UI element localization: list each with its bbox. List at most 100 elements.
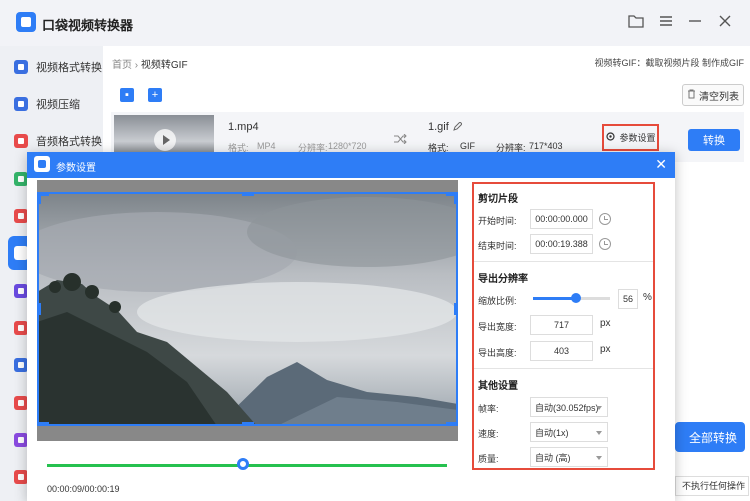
red-tool-icon	[14, 209, 28, 223]
red-tool-icon-3	[14, 396, 28, 410]
minimize-icon[interactable]	[686, 14, 704, 32]
dialog-app-icon	[34, 156, 50, 172]
breadcrumb-home[interactable]: 首页	[112, 60, 132, 71]
sidebar-item-video-compress[interactable]: 视频压缩	[8, 87, 103, 121]
page-hint: 视频转GIF：截取视频片段 制作成GIF	[594, 58, 745, 68]
source-res: 1280*720	[328, 141, 367, 151]
scale-input[interactable]: 56	[618, 289, 638, 309]
breadcrumb-current: 视频转GIF	[140, 60, 188, 71]
convert-all-button[interactable]: 全部转换	[675, 422, 745, 452]
gear-icon	[605, 131, 616, 144]
export-height-input[interactable]: 403	[530, 341, 593, 361]
close-icon[interactable]: ✕	[655, 156, 667, 172]
quality-select[interactable]: 自动 (高)	[530, 447, 608, 467]
purple-tool-icon	[14, 284, 28, 298]
app-title: 口袋视频转换器	[42, 18, 134, 33]
dialog-title: 参数设置	[56, 163, 96, 174]
scale-slider-fill	[533, 297, 577, 300]
reset-start-clock-icon[interactable]	[599, 213, 611, 225]
speed-value: 自动(1x)	[535, 427, 569, 438]
target-format: GIF	[460, 141, 475, 151]
dialog-header: 参数设置 ✕	[27, 152, 675, 178]
reset-end-clock-icon[interactable]	[599, 238, 611, 250]
video-format-icon	[14, 60, 28, 74]
section-divider	[474, 368, 653, 369]
title-bar: 口袋视频转换器	[0, 0, 750, 46]
settings-panel: 剪切片段 开始时间: 00:00:00.000 结束时间: 00:00:19.3…	[472, 182, 655, 470]
audio-format-icon	[14, 134, 28, 148]
clear-list-button[interactable]: 清空列表	[682, 84, 744, 106]
crop-handle-bottom-right[interactable]	[446, 422, 458, 426]
crop-frame[interactable]	[37, 192, 458, 426]
app-logo-icon	[16, 12, 36, 32]
scale-label: 缩放比例:	[478, 296, 517, 306]
sidebar-item-label: 视频格式转换	[36, 62, 102, 74]
red-tool-icon-2	[14, 321, 28, 335]
export-width-label: 导出宽度:	[478, 322, 517, 332]
gif-tool-icon	[14, 246, 28, 260]
cut-section-title: 剪切片段	[478, 194, 518, 205]
target-res: 717*403	[529, 141, 563, 151]
chevron-down-icon	[596, 456, 602, 460]
resolution-section-title: 导出分辨率	[478, 274, 528, 285]
other-section-title: 其他设置	[478, 381, 518, 392]
quality-label: 质量:	[478, 454, 499, 464]
add-folder-button[interactable]: ▪	[120, 88, 134, 102]
shuffle-arrow-icon	[394, 133, 407, 147]
width-px-unit: px	[600, 318, 611, 329]
crop-handle-right[interactable]	[454, 303, 458, 315]
speed-label: 速度:	[478, 429, 499, 439]
end-time-input[interactable]: 00:00:19.388	[530, 234, 593, 254]
source-format: MP4	[257, 141, 276, 151]
quality-value: 自动 (高)	[535, 452, 571, 463]
fps-value: 自动(30.052fps)	[535, 402, 599, 413]
folder-add-icon: ▪	[125, 89, 129, 101]
section-divider	[474, 261, 653, 262]
start-time-input[interactable]: 00:00:00.000	[530, 209, 593, 229]
chevron-down-icon	[596, 406, 602, 410]
play-icon[interactable]	[154, 129, 176, 151]
folder-icon[interactable]	[627, 14, 645, 32]
breadcrumb: 首页 › 视频转GIF	[112, 56, 188, 71]
scale-slider-handle[interactable]	[571, 293, 582, 303]
chevron-down-icon	[596, 431, 602, 435]
blue-tool-icon	[14, 358, 28, 372]
speed-select[interactable]: 自动(1x)	[530, 422, 608, 442]
convert-button[interactable]: 转换	[688, 129, 740, 151]
crop-handle-top-left-v[interactable]	[37, 192, 41, 204]
percent-unit: %	[643, 292, 652, 303]
end-time-label: 结束时间:	[478, 241, 517, 251]
crop-handle-top-right-v[interactable]	[454, 192, 458, 204]
export-height-label: 导出高度:	[478, 348, 517, 358]
clear-list-label: 清空列表	[699, 91, 739, 103]
breadcrumb-separator: ›	[134, 60, 139, 71]
parameter-settings-button[interactable]: 参数设置	[602, 124, 659, 151]
parameter-settings-dialog: 参数设置 ✕ 00:00:09/00:00:19 剪切片段 开始时间: 00:0…	[27, 152, 675, 501]
close-icon[interactable]	[716, 14, 734, 32]
start-time-label: 开始时间:	[478, 216, 517, 226]
add-file-button[interactable]: +	[148, 88, 162, 102]
crop-handle-left[interactable]	[37, 303, 41, 315]
crop-handle-bottom[interactable]	[242, 422, 254, 426]
timeline-playhead[interactable]	[237, 458, 249, 470]
menu-icon[interactable]	[657, 14, 675, 32]
parameter-settings-label: 参数设置	[619, 133, 656, 143]
sidebar-item-label: 视频压缩	[36, 99, 80, 111]
source-file-name: 1.mp4	[228, 121, 259, 133]
plus-icon: +	[151, 89, 159, 101]
export-width-input[interactable]: 717	[530, 315, 593, 335]
crop-handle-top[interactable]	[242, 192, 254, 196]
video-compress-icon	[14, 97, 28, 111]
after-conversion-select[interactable]: 不执行任何操作	[675, 476, 749, 496]
height-px-unit: px	[600, 344, 611, 355]
green-tool-icon	[14, 172, 28, 186]
fps-label: 帧率:	[478, 404, 499, 414]
edit-name-icon[interactable]	[453, 121, 463, 134]
time-display: 00:00:09/00:00:19	[47, 484, 120, 494]
fps-select[interactable]: 自动(30.052fps)	[530, 397, 608, 417]
sidebar-item-video-format[interactable]: 视频格式转换	[8, 50, 103, 84]
sidebar-item-label: 音频格式转换	[36, 136, 102, 148]
purple-tool-icon-2	[14, 433, 28, 447]
crop-handle-bottom-left[interactable]	[37, 422, 49, 426]
target-file-name[interactable]: 1.gif	[428, 121, 449, 133]
